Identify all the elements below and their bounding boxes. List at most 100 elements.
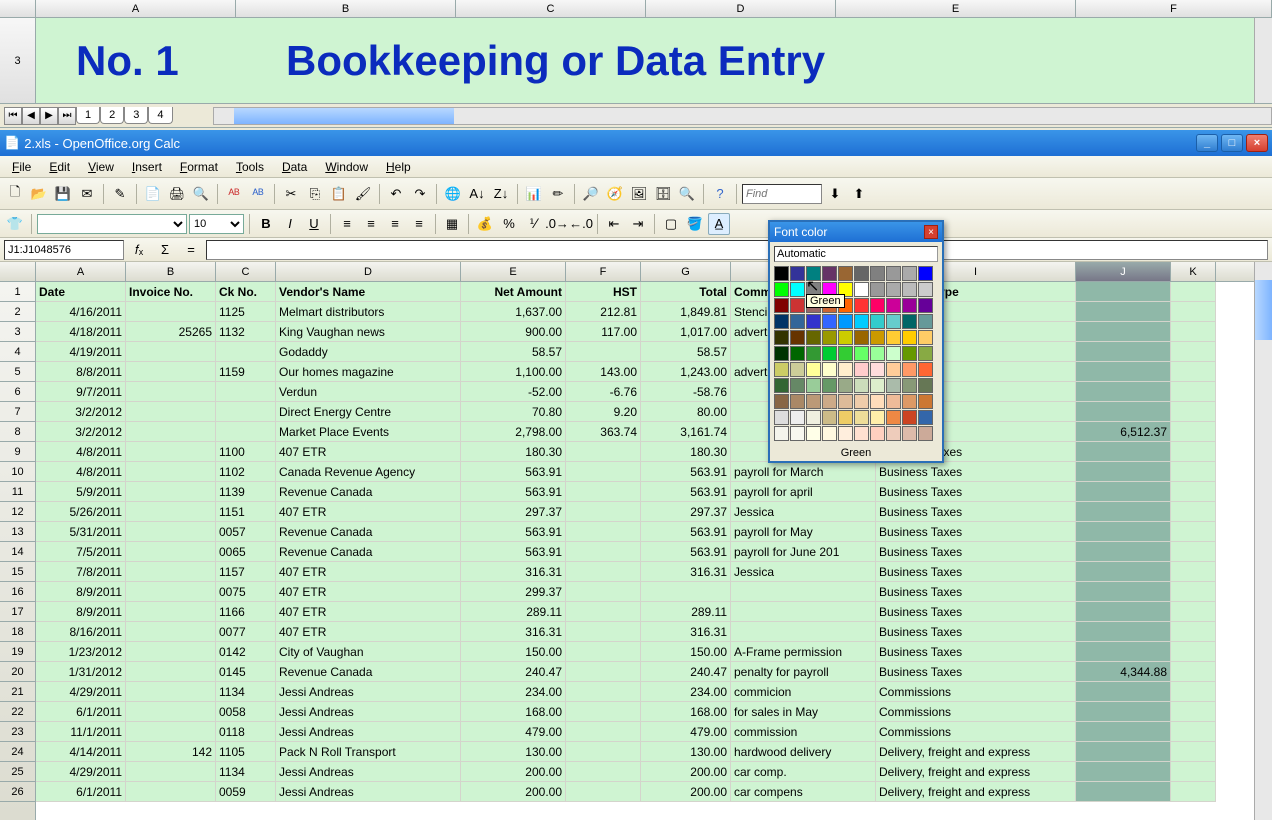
col-header-f[interactable]: F bbox=[566, 262, 641, 281]
swatch[interactable] bbox=[838, 362, 853, 377]
cell[interactable]: Business Taxes bbox=[876, 482, 1076, 502]
currency-icon[interactable]: 💰 bbox=[474, 213, 496, 235]
cell[interactable]: Business Taxes bbox=[876, 462, 1076, 482]
export-pdf-icon[interactable]: 📄 bbox=[142, 183, 164, 205]
swatch[interactable] bbox=[806, 410, 821, 425]
swatch[interactable] bbox=[774, 410, 789, 425]
row-header-15[interactable]: 15 bbox=[0, 562, 35, 582]
swatch[interactable] bbox=[870, 314, 885, 329]
row-header-26[interactable]: 26 bbox=[0, 782, 35, 802]
swatch[interactable] bbox=[854, 266, 869, 281]
cell[interactable] bbox=[1171, 562, 1216, 582]
swatch[interactable] bbox=[790, 282, 805, 297]
hyperlink-icon[interactable]: 🌐 bbox=[442, 183, 464, 205]
cell[interactable] bbox=[126, 582, 216, 602]
cell[interactable]: Delivery, freight and express bbox=[876, 782, 1076, 802]
cell[interactable]: King Vaughan news bbox=[276, 322, 461, 342]
swatch[interactable] bbox=[838, 266, 853, 281]
cell[interactable]: 0057 bbox=[216, 522, 276, 542]
swatch[interactable] bbox=[854, 378, 869, 393]
cell[interactable]: 1,243.00 bbox=[641, 362, 731, 382]
swatch[interactable] bbox=[870, 298, 885, 313]
cell[interactable]: 200.00 bbox=[641, 762, 731, 782]
cell[interactable]: 316.31 bbox=[461, 622, 566, 642]
cell[interactable]: 4/29/2011 bbox=[36, 682, 126, 702]
row-header-20[interactable]: 20 bbox=[0, 662, 35, 682]
cell[interactable]: Business Taxes bbox=[876, 582, 1076, 602]
cell[interactable] bbox=[1171, 602, 1216, 622]
bg-row-header[interactable]: 3 bbox=[0, 18, 36, 104]
cell[interactable]: 1,637.00 bbox=[461, 302, 566, 322]
cell[interactable]: 4/16/2011 bbox=[36, 302, 126, 322]
cell[interactable]: 1157 bbox=[216, 562, 276, 582]
row-header-9[interactable]: 9 bbox=[0, 442, 35, 462]
auto-spellcheck-icon[interactable]: ᴬᴮ bbox=[247, 183, 269, 205]
cell[interactable] bbox=[566, 582, 641, 602]
cell[interactable] bbox=[1171, 582, 1216, 602]
swatch[interactable] bbox=[806, 426, 821, 441]
cell[interactable]: hardwood delivery bbox=[731, 742, 876, 762]
cell[interactable]: 7/8/2011 bbox=[36, 562, 126, 582]
cell[interactable] bbox=[566, 462, 641, 482]
cell[interactable]: 9.20 bbox=[566, 402, 641, 422]
cell[interactable] bbox=[1076, 602, 1171, 622]
cell[interactable] bbox=[126, 682, 216, 702]
swatch[interactable] bbox=[822, 394, 837, 409]
cell[interactable]: 1134 bbox=[216, 762, 276, 782]
bg-tab-3[interactable]: 3 bbox=[124, 107, 148, 124]
cell[interactable] bbox=[731, 582, 876, 602]
bg-col-a[interactable]: A bbox=[36, 0, 236, 17]
cell[interactable]: 9/7/2011 bbox=[36, 382, 126, 402]
cell[interactable] bbox=[1171, 542, 1216, 562]
percent-icon[interactable]: % bbox=[498, 213, 520, 235]
cell[interactable] bbox=[1076, 722, 1171, 742]
swatch[interactable] bbox=[774, 394, 789, 409]
italic-button[interactable]: I bbox=[279, 213, 301, 235]
bold-button[interactable]: B bbox=[255, 213, 277, 235]
cell[interactable]: Business Taxes bbox=[876, 502, 1076, 522]
swatch[interactable] bbox=[806, 362, 821, 377]
cell[interactable]: 4/8/2011 bbox=[36, 462, 126, 482]
cell[interactable]: 563.91 bbox=[461, 462, 566, 482]
swatch[interactable] bbox=[918, 346, 933, 361]
sort-asc-icon[interactable]: A↓ bbox=[466, 183, 488, 205]
bg-tab-1[interactable]: 1 bbox=[76, 107, 100, 124]
bg-col-e[interactable]: E bbox=[836, 0, 1076, 17]
row-header-5[interactable]: 5 bbox=[0, 362, 35, 382]
cell[interactable] bbox=[1171, 442, 1216, 462]
tab-nav-first-icon[interactable]: ⏮ bbox=[4, 107, 22, 125]
cell[interactable]: 297.37 bbox=[461, 502, 566, 522]
swatch[interactable] bbox=[870, 266, 885, 281]
swatch[interactable] bbox=[886, 282, 901, 297]
cell[interactable]: Melmart distributors bbox=[276, 302, 461, 322]
cell[interactable]: 168.00 bbox=[641, 702, 731, 722]
find-next-icon[interactable]: ⬆ bbox=[848, 183, 870, 205]
cell[interactable]: Business Taxes bbox=[876, 522, 1076, 542]
swatch[interactable] bbox=[886, 266, 901, 281]
cell[interactable]: 0142 bbox=[216, 642, 276, 662]
swatch[interactable] bbox=[822, 346, 837, 361]
cell[interactable] bbox=[1171, 422, 1216, 442]
minimize-button[interactable]: _ bbox=[1196, 134, 1218, 152]
cell[interactable]: 1/31/2012 bbox=[36, 662, 126, 682]
row-header-11[interactable]: 11 bbox=[0, 482, 35, 502]
cell[interactable]: payroll for March bbox=[731, 462, 876, 482]
cell[interactable] bbox=[1076, 482, 1171, 502]
cell[interactable] bbox=[126, 442, 216, 462]
cell[interactable]: 1166 bbox=[216, 602, 276, 622]
cell[interactable]: 4/18/2011 bbox=[36, 322, 126, 342]
cell[interactable] bbox=[1171, 702, 1216, 722]
cell[interactable] bbox=[566, 502, 641, 522]
edit-icon[interactable]: ✎ bbox=[109, 183, 131, 205]
cell[interactable]: Commissions bbox=[876, 682, 1076, 702]
row-header-18[interactable]: 18 bbox=[0, 622, 35, 642]
cell[interactable]: Revenue Canada bbox=[276, 522, 461, 542]
menu-tools[interactable]: Tools bbox=[228, 158, 272, 176]
menu-insert[interactable]: Insert bbox=[124, 158, 170, 176]
cell[interactable]: 563.91 bbox=[641, 482, 731, 502]
cell[interactable] bbox=[126, 362, 216, 382]
swatch[interactable] bbox=[774, 266, 789, 281]
cell[interactable] bbox=[126, 642, 216, 662]
cell[interactable]: payroll for april bbox=[731, 482, 876, 502]
menu-file[interactable]: File bbox=[4, 158, 39, 176]
